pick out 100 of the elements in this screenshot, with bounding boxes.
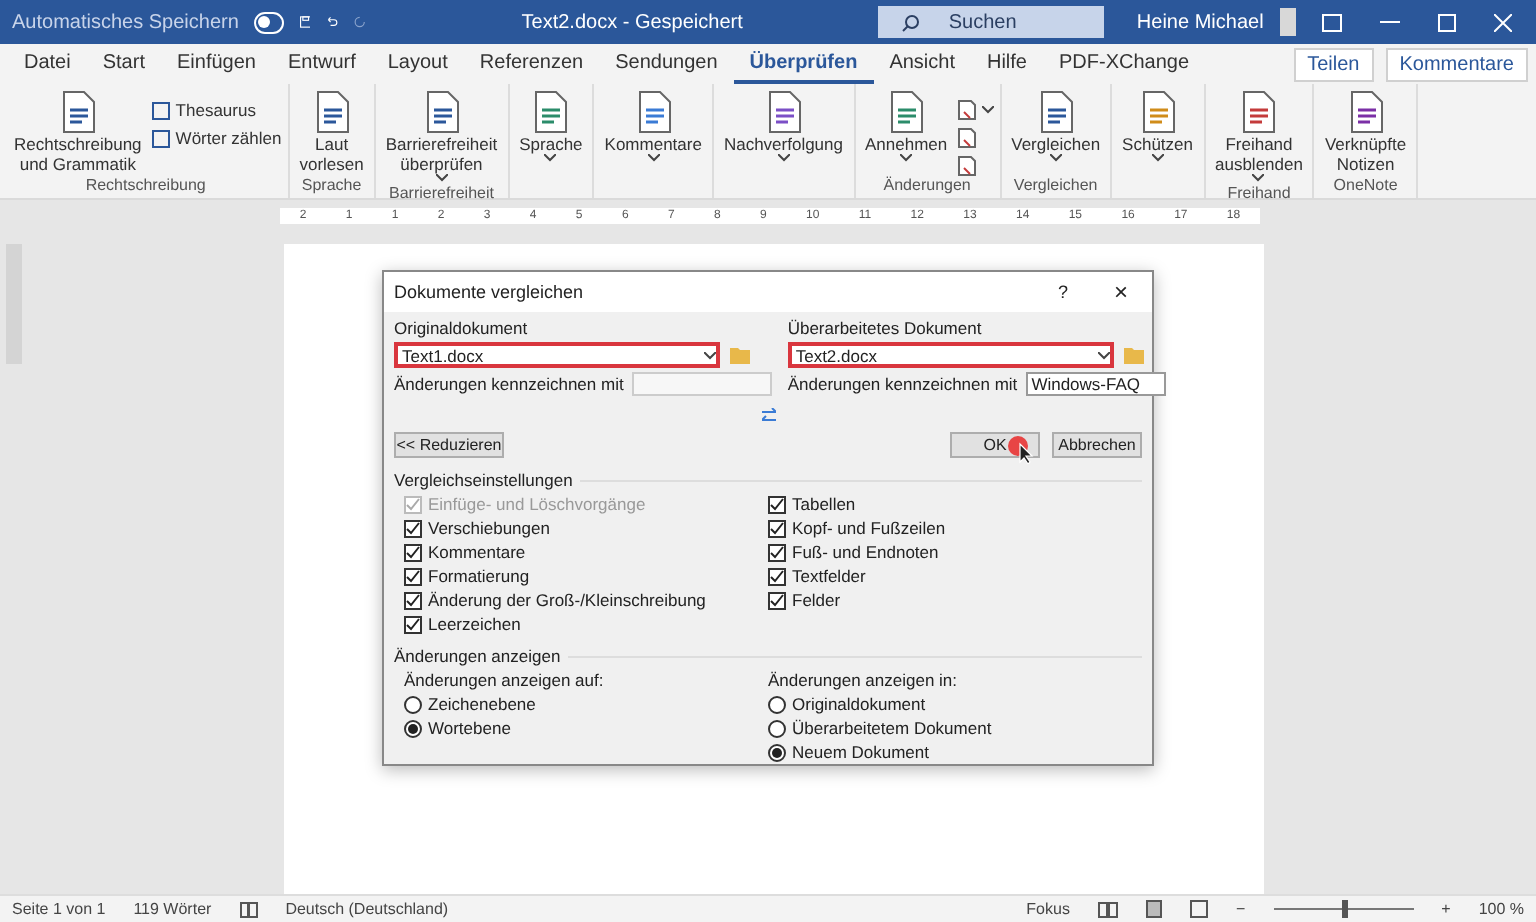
radio-label: Wortebene: [428, 718, 511, 738]
checkbox[interactable]: [404, 519, 422, 537]
ribbon-tab[interactable]: Ansicht: [873, 45, 971, 83]
help-button[interactable]: ?: [1058, 282, 1098, 302]
maximize-icon[interactable]: [1437, 13, 1456, 31]
ribbon-tab[interactable]: PDF-XChange: [1043, 45, 1206, 83]
zoom-level: 100 %: [1478, 900, 1524, 918]
checkbox-label: Tabellen: [792, 494, 856, 514]
zoom-out-button[interactable]: −: [1235, 900, 1246, 918]
checkbox-label: Einfüge- und Löschvorgänge: [428, 494, 646, 514]
reduce-button[interactable]: << Reduzieren: [394, 432, 504, 458]
document-icon: [311, 90, 352, 134]
focus-button[interactable]: Fokus: [1026, 900, 1070, 918]
document-dropdown[interactable]: Text2.docx: [787, 342, 1114, 368]
close-icon[interactable]: [1494, 13, 1513, 31]
ribbon-tab[interactable]: Entwurf: [271, 45, 372, 83]
field-label: Änderungen kennzeichnen mit: [394, 374, 624, 394]
ribbon-button[interactable]: Vergleichen: [1007, 88, 1105, 176]
ribbon-tab[interactable]: Sendungen: [599, 45, 734, 83]
checkbox[interactable]: [768, 495, 786, 513]
ribbon-button[interactable]: Barrierefreiheit überprüfen: [381, 88, 502, 184]
ribbon-button[interactable]: Annehmen: [861, 88, 952, 176]
redo-icon[interactable]: [354, 12, 366, 32]
checkbox[interactable]: [404, 543, 422, 561]
undo-icon[interactable]: [326, 12, 339, 32]
document-icon: [1035, 90, 1076, 134]
ribbon-tab[interactable]: Start: [86, 45, 161, 83]
checkbox-label: Formatierung: [428, 566, 530, 586]
radio-button[interactable]: [768, 695, 786, 713]
ribbon-button[interactable]: Laut vorlesen: [295, 88, 368, 176]
input-field[interactable]: Windows-FAQ: [1025, 372, 1166, 396]
checkbox-label: Kommentare: [428, 542, 526, 562]
search-icon: [902, 13, 921, 31]
language[interactable]: Deutsch (Deutschland): [285, 900, 449, 918]
save-icon[interactable]: [299, 12, 311, 32]
checkbox[interactable]: [404, 591, 422, 609]
ribbon-tab[interactable]: Datei: [8, 45, 87, 83]
web-layout-icon[interactable]: [1189, 900, 1208, 918]
zoom-slider-thumb[interactable]: [1341, 900, 1348, 918]
share-button[interactable]: Teilen: [1293, 47, 1374, 81]
document-title: Text2.docx - Gespeichert: [521, 11, 743, 33]
ribbon-icon-button[interactable]: [957, 100, 994, 120]
ribbon-button[interactable]: Rechtschreibung und Grammatik: [10, 88, 146, 176]
checkbox[interactable]: [404, 615, 422, 633]
checkbox[interactable]: [768, 543, 786, 561]
checkbox[interactable]: [768, 591, 786, 609]
search-field[interactable]: Suchen: [878, 6, 1105, 38]
caret-icon: [704, 351, 716, 359]
page-count: Seite 1 von 1: [12, 900, 106, 918]
document-icon: [957, 100, 976, 120]
zoom-in-button[interactable]: +: [1441, 900, 1451, 918]
ribbon-tab[interactable]: Referenzen: [463, 45, 600, 83]
close-button[interactable]: ×: [1114, 278, 1142, 306]
group-label: OneNote: [1331, 176, 1400, 198]
comments-button[interactable]: Kommentare: [1385, 47, 1528, 81]
ribbon-button[interactable]: Verknüpfte Notizen: [1320, 88, 1411, 176]
checkbox-label: Leerzeichen: [428, 614, 521, 634]
radio-button[interactable]: [404, 719, 422, 737]
ribbon-tab[interactable]: Hilfe: [970, 45, 1043, 83]
ribbon-button[interactable]: Kommentare: [600, 88, 706, 198]
radio-group-label: Änderungen anzeigen in:: [768, 670, 960, 690]
radio-button[interactable]: [768, 719, 786, 737]
avatar[interactable]: [1279, 8, 1296, 36]
group-label: Freihand: [1225, 184, 1293, 202]
document-icon: [1238, 90, 1279, 134]
ribbon-button[interactable]: Sprache: [515, 88, 587, 198]
read-mode-icon[interactable]: [1097, 901, 1118, 917]
checkbox[interactable]: [768, 519, 786, 537]
autosave-toggle[interactable]: [254, 11, 284, 33]
document-icon: [530, 90, 571, 134]
ribbon-small-button[interactable]: Thesaurus: [151, 100, 282, 120]
document-icon: [1137, 90, 1178, 134]
group-label: Vergleichen: [1011, 176, 1100, 198]
ribbon-button[interactable]: Nachverfolgung: [719, 88, 847, 198]
group-label: Sprache: [299, 176, 364, 198]
group-label: Barrierefreiheit: [387, 184, 496, 202]
ribbon-button[interactable]: Freihand ausblenden: [1211, 88, 1307, 184]
document-icon: [763, 90, 804, 134]
cancel-button[interactable]: Abbrechen: [1052, 432, 1142, 458]
ribbon-display-icon[interactable]: [1322, 13, 1343, 31]
checkbox-label: Textfelder: [792, 566, 866, 586]
minimize-icon[interactable]: [1379, 20, 1400, 24]
ribbon-tab[interactable]: Einfügen: [160, 45, 272, 83]
group-label: Änderungen: [881, 176, 973, 198]
radio-button[interactable]: [768, 743, 786, 761]
checkbox[interactable]: [404, 567, 422, 585]
square-icon: [151, 101, 170, 119]
radio-label: Originaldokument: [792, 694, 926, 714]
document-dropdown[interactable]: Text1.docx: [394, 342, 720, 368]
ribbon-small-button[interactable]: Wörter zählen: [151, 128, 282, 148]
ribbon-tab[interactable]: Layout: [371, 45, 464, 83]
checkbox-label: Änderung der Groß-/Kleinschreibung: [428, 590, 706, 610]
checkbox-label: Verschiebungen: [428, 518, 550, 538]
ribbon-button[interactable]: Schützen: [1118, 88, 1197, 198]
print-layout-icon[interactable]: [1145, 900, 1162, 918]
checkbox[interactable]: [768, 567, 786, 585]
field-label: Überarbeitetes Dokument: [787, 318, 984, 338]
radio-button[interactable]: [404, 695, 422, 713]
swap-icon[interactable]: [761, 408, 775, 424]
document-icon: [1345, 90, 1386, 134]
